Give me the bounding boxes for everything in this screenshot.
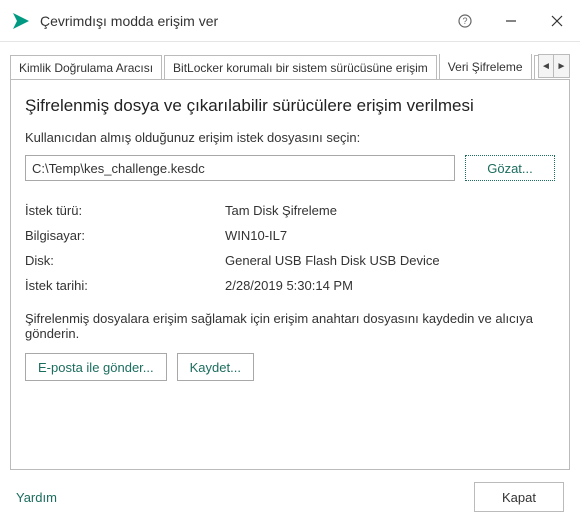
request-details: İstek türü: Tam Disk Şifreleme Bilgisaya… <box>25 203 555 293</box>
save-instruction: Şifrelenmiş dosyalara erişim sağlamak iç… <box>25 311 555 341</box>
help-link[interactable]: Yardım <box>16 490 57 505</box>
window-title: Çevrimdışı modda erişim ver <box>40 13 442 29</box>
app-logo-icon <box>12 12 30 30</box>
browse-button[interactable]: Gözat... <box>465 155 555 181</box>
computer-label: Bilgisayar: <box>25 228 225 243</box>
tab-auth-agent[interactable]: Kimlik Doğrulama Aracısı <box>10 55 162 79</box>
req-type-value: Tam Disk Şifreleme <box>225 203 555 218</box>
computer-value: WIN10-IL7 <box>225 228 555 243</box>
file-instruction: Kullanıcıdan almış olduğunuz erişim iste… <box>25 130 555 145</box>
footer: Yardım Kapat <box>0 470 580 524</box>
titlebar: Çevrimdışı modda erişim ver ? <box>0 0 580 42</box>
request-file-input[interactable] <box>25 155 455 181</box>
close-window-button[interactable] <box>534 0 580 42</box>
req-type-label: İstek türü: <box>25 203 225 218</box>
content-panel: Şifrelenmiş dosya ve çıkarılabilir sürüc… <box>10 80 570 470</box>
svg-text:?: ? <box>462 16 467 26</box>
req-date-value: 2/28/2019 5:30:14 PM <box>225 278 555 293</box>
minimize-button[interactable] <box>488 0 534 42</box>
save-button[interactable]: Kaydet... <box>177 353 254 381</box>
tab-scroll-buttons: ◄ ► <box>538 54 570 78</box>
disk-value: General USB Flash Disk USB Device <box>225 253 555 268</box>
tab-bitlocker[interactable]: BitLocker korumalı bir sistem sürücüsüne… <box>164 55 437 79</box>
close-button[interactable]: Kapat <box>474 482 564 512</box>
panel-heading: Şifrelenmiş dosya ve çıkarılabilir sürüc… <box>25 96 555 116</box>
tab-data-encryption[interactable]: Veri Şifreleme <box>439 54 532 79</box>
file-row: Gözat... <box>25 155 555 181</box>
disk-label: Disk: <box>25 253 225 268</box>
req-date-label: İstek tarihi: <box>25 278 225 293</box>
tab-scroll-right-icon[interactable]: ► <box>554 54 570 78</box>
help-icon[interactable]: ? <box>442 0 488 42</box>
action-buttons: E-posta ile gönder... Kaydet... <box>25 353 555 381</box>
tab-scroll-left-icon[interactable]: ◄ <box>538 54 554 78</box>
send-email-button[interactable]: E-posta ile gönder... <box>25 353 167 381</box>
tab-strip: Kimlik Doğrulama Aracısı BitLocker korum… <box>10 54 570 80</box>
